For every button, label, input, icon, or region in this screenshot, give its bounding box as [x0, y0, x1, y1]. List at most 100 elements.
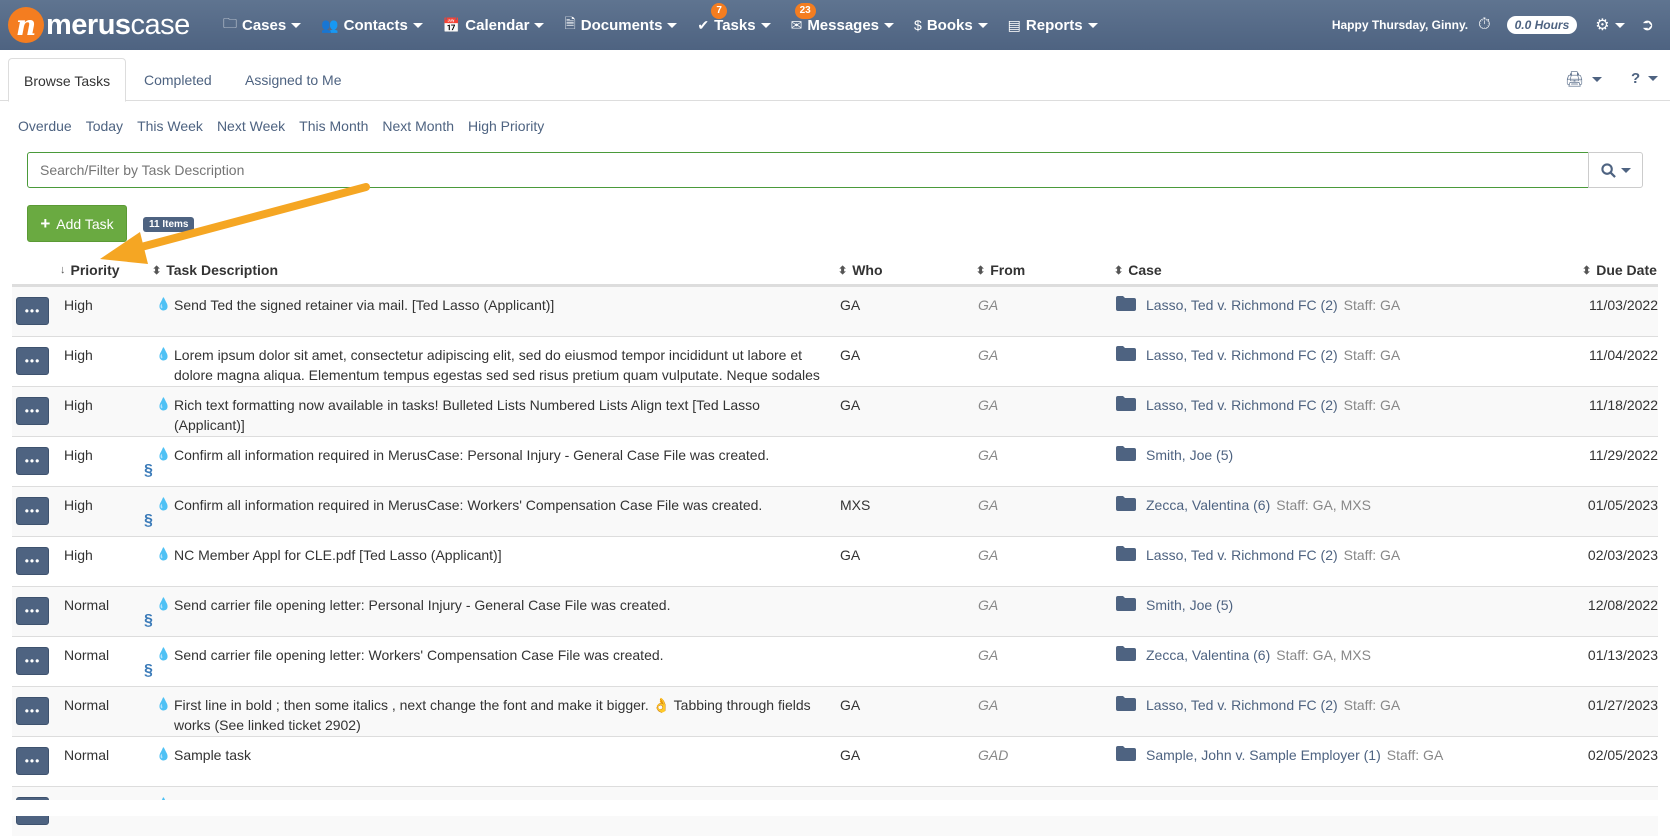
nav-reports[interactable]: ▤ Reports: [998, 0, 1108, 50]
filter-today[interactable]: Today: [86, 118, 123, 134]
filter-next-month[interactable]: Next Month: [382, 118, 454, 134]
search-button[interactable]: [1588, 152, 1643, 188]
task-description-cell[interactable]: Sample task: [174, 745, 834, 765]
table-row[interactable]: ••• Normal § 💧 Send carrier file opening let…: [12, 586, 1658, 636]
meruscase-logo[interactable]: n meruscase: [8, 7, 213, 43]
case-link[interactable]: Smith, Joe (5): [1146, 597, 1233, 613]
staff-text: Staff: GA: [1343, 347, 1401, 363]
row-actions-button[interactable]: •••: [16, 447, 49, 475]
task-description-cell[interactable]: Rich text formatting now available in ta…: [174, 395, 834, 435]
stopwatch-icon[interactable]: ⏱: [1478, 16, 1490, 34]
table-row[interactable]: ••• High 💧 Lorem ipsum dolor sit amet, cons…: [12, 336, 1658, 386]
plus-icon: +: [40, 213, 51, 233]
task-description-cell[interactable]: Confirm all information required in Meru…: [174, 445, 834, 465]
logout-icon[interactable]: ➲: [1641, 15, 1654, 35]
table-row[interactable]: ••• Normal § 💧 Send carrier file opening let…: [12, 636, 1658, 686]
folder-icon: [1116, 696, 1136, 711]
filter-next-week[interactable]: Next Week: [217, 118, 285, 134]
who-cell: GA: [840, 747, 861, 763]
task-search-input[interactable]: [27, 152, 1589, 188]
nav-books[interactable]: $ Books: [904, 0, 998, 50]
add-task-button[interactable]: + Add Task: [27, 205, 127, 242]
filter-high-priority[interactable]: High Priority: [468, 118, 544, 134]
row-actions-button[interactable]: •••: [16, 697, 49, 725]
help-button[interactable]: ?: [1631, 70, 1659, 87]
task-description-cell[interactable]: Confirm all information required in Meru…: [174, 495, 834, 515]
priority-flame-icon: 💧: [156, 547, 171, 561]
row-actions-button[interactable]: •••: [16, 347, 49, 375]
description-line-1: First line in bold ; then some italics ,…: [174, 697, 811, 713]
case-cell: Smith, Joe (5): [1146, 445, 1233, 465]
nav-messages[interactable]: ✉ Messages 23: [781, 0, 904, 50]
tab-browse-tasks[interactable]: Browse Tasks: [8, 58, 127, 102]
priority-cell: High: [64, 297, 93, 313]
section-link-icon[interactable]: §: [144, 462, 153, 480]
task-description-cell[interactable]: Send Ted the signed retainer via mail. […: [174, 295, 834, 315]
table-row[interactable]: ••• High § 💧 Confirm all information require…: [12, 436, 1658, 486]
column-header-who[interactable]: ⬍ Who: [838, 262, 883, 278]
row-actions-button[interactable]: •••: [16, 497, 49, 525]
description-line-1: Rich text formatting now available in ta…: [174, 397, 760, 413]
description-line-1: Lorem ipsum dolor sit amet, consectetur …: [174, 347, 802, 363]
nav-cases[interactable]: 🗀 Cases: [213, 0, 311, 50]
filter-this-week[interactable]: This Week: [137, 118, 203, 134]
tab-assigned-to-me[interactable]: Assigned to Me: [230, 58, 357, 102]
description-line-2: dolore magna aliqua. Elementum tempus eg…: [174, 367, 820, 383]
table-row[interactable]: ••• High 💧 Rich text formatting now availab…: [12, 386, 1658, 436]
case-link[interactable]: Zecca, Valentina (6): [1146, 647, 1270, 663]
column-header-from[interactable]: ⬍ From: [976, 262, 1025, 278]
case-link[interactable]: Smith, Joe (5): [1146, 447, 1233, 463]
row-actions-button[interactable]: •••: [16, 647, 49, 675]
task-description-cell[interactable]: Send carrier file opening letter: Worker…: [174, 645, 834, 665]
row-actions-button[interactable]: •••: [16, 747, 49, 775]
section-link-icon[interactable]: §: [144, 512, 153, 530]
from-cell: GA: [978, 497, 999, 513]
tab-completed[interactable]: Completed: [129, 58, 227, 102]
nav-tasks[interactable]: ✔ Tasks 7: [687, 0, 780, 50]
gear-icon[interactable]: ⚙: [1595, 15, 1625, 35]
table-row[interactable]: ••• High § 💧 Confirm all information require…: [12, 486, 1658, 536]
case-link[interactable]: Zecca, Valentina (6): [1146, 497, 1270, 513]
case-link[interactable]: Lasso, Ted v. Richmond FC (2): [1146, 697, 1338, 713]
task-description-cell[interactable]: Lorem ipsum dolor sit amet, consectetur …: [174, 345, 834, 385]
case-cell: Sample, John v. Sample Employer (1) Staff…: [1146, 745, 1443, 765]
print-button[interactable]: 🖨: [1565, 70, 1603, 88]
priority-cell: High: [64, 347, 93, 363]
filter-this-month[interactable]: This Month: [299, 118, 368, 134]
filter-overdue[interactable]: Overdue: [18, 118, 72, 134]
row-actions-button[interactable]: •••: [16, 597, 49, 625]
column-header-description[interactable]: ⬍ Task Description: [152, 262, 278, 278]
from-cell: GA: [978, 597, 999, 613]
section-link-icon[interactable]: §: [144, 662, 153, 680]
row-actions-button[interactable]: •••: [16, 397, 49, 425]
case-link[interactable]: Lasso, Ted v. Richmond FC (2): [1146, 347, 1338, 363]
staff-text: Staff: GA: [1386, 747, 1444, 763]
from-cell: GA: [978, 347, 999, 363]
users-icon: 👥: [321, 16, 339, 33]
table-row[interactable]: ••• Normal 💧 Sample task GA GAD Sample, John v…: [12, 736, 1658, 786]
case-link[interactable]: Sample, John v. Sample Employer (1): [1146, 747, 1381, 763]
row-actions-button[interactable]: •••: [16, 547, 49, 575]
section-link-icon[interactable]: §: [144, 612, 153, 630]
table-row[interactable]: ••• High 💧 NC Member Appl for CLE.pdf [Ted …: [12, 536, 1658, 586]
nav-calendar[interactable]: 📅 Calendar: [433, 0, 555, 50]
nav-documents[interactable]: 🗎 Documents: [554, 0, 687, 50]
column-header-case[interactable]: ⬍ Case: [1114, 262, 1162, 278]
task-description-cell[interactable]: Send carrier file opening letter: Person…: [174, 595, 834, 615]
task-description-cell[interactable]: NC Member Appl for CLE.pdf [Ted Lasso (A…: [174, 545, 834, 565]
who-cell: GA: [840, 397, 861, 413]
case-link[interactable]: Lasso, Ted v. Richmond FC (2): [1146, 297, 1338, 313]
column-header-priority[interactable]: ↓ Priority: [60, 262, 120, 278]
column-header-due-date[interactable]: ⬍ Due Date: [1582, 262, 1657, 278]
table-row[interactable]: ••• High 💧 Send Ted the signed retainer via…: [12, 286, 1658, 336]
task-description-cell[interactable]: First line in bold ; then some italics ,…: [174, 695, 834, 735]
table-row[interactable]: ••• Normal 💧 First line in bold ; then some…: [12, 686, 1658, 736]
main-nav: 🗀 Cases 👥 Contacts 📅 Calendar 🗎 Documents ✔ Tasks…: [213, 0, 1108, 50]
hours-badge[interactable]: 0.0 Hours: [1506, 16, 1578, 34]
dollar-icon: $: [914, 17, 922, 33]
case-link[interactable]: Lasso, Ted v. Richmond FC (2): [1146, 547, 1338, 563]
nav-contacts[interactable]: 👥 Contacts: [311, 0, 433, 50]
due-date-cell: 01/27/2023: [1587, 697, 1658, 713]
case-link[interactable]: Lasso, Ted v. Richmond FC (2): [1146, 397, 1338, 413]
row-actions-button[interactable]: •••: [16, 297, 49, 325]
